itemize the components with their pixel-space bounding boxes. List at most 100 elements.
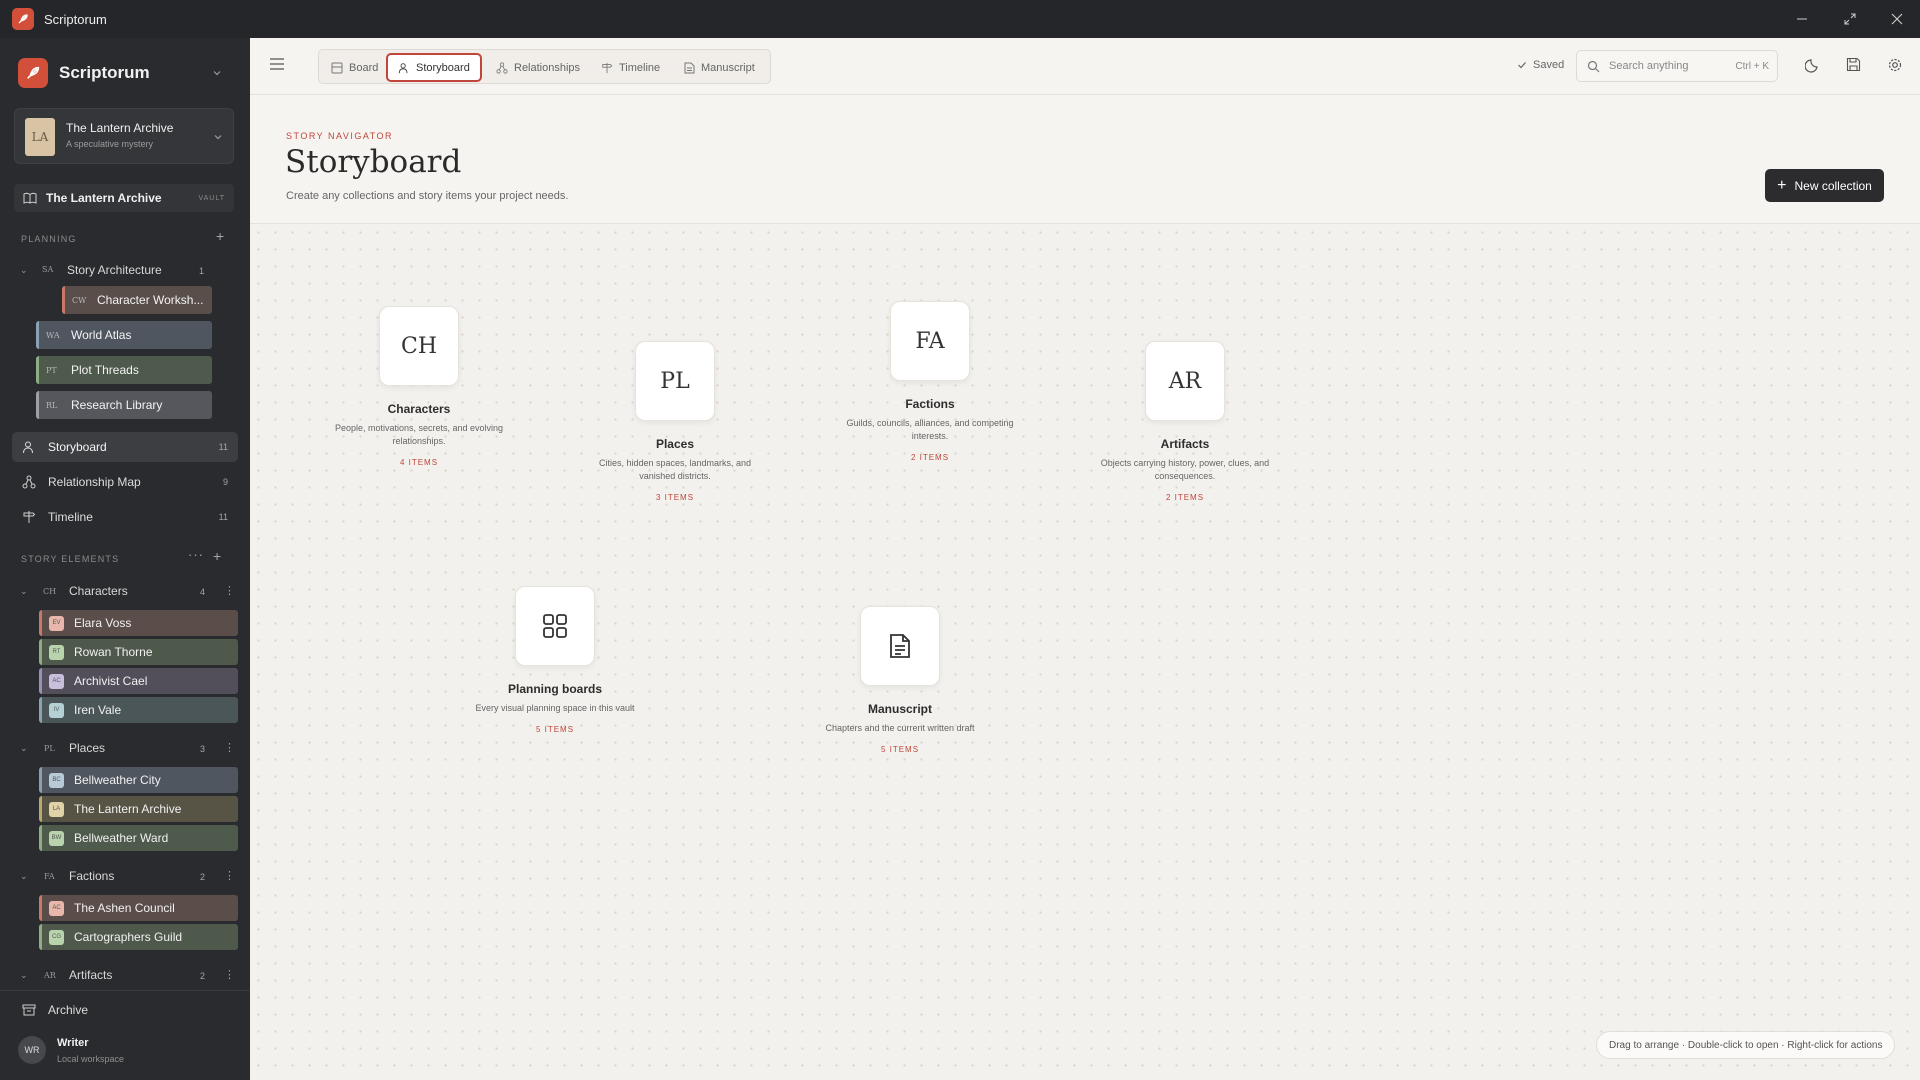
planning-board-item[interactable]: CW Character Worksh...: [62, 286, 212, 314]
gear-icon[interactable]: [1887, 57, 1903, 73]
divider: [0, 990, 250, 991]
tab-relationships[interactable]: Relationships: [496, 53, 580, 82]
planning-board-item[interactable]: PT Plot Threads: [36, 356, 212, 384]
new-collection-button[interactable]: + New collection: [1765, 169, 1884, 202]
timeline-icon: [601, 62, 613, 74]
element-item[interactable]: IV Iren Vale: [39, 697, 238, 723]
chevron-down-icon[interactable]: ⌄: [20, 970, 28, 981]
chevron-down-icon[interactable]: ⌄: [20, 586, 28, 597]
collection-tile[interactable]: [515, 586, 595, 666]
tab-timeline[interactable]: Timeline: [601, 53, 660, 82]
collection-description: Every visual planning space in this vaul…: [475, 703, 635, 713]
chevron-down-icon[interactable]: [212, 65, 222, 83]
element-item[interactable]: CG Cartographers Guild: [39, 924, 238, 950]
collection-card-planning-boards[interactable]: Planning boards Every visual planning sp…: [460, 586, 650, 734]
element-item[interactable]: AC The Ashen Council: [39, 895, 238, 921]
menu-icon[interactable]: [269, 57, 285, 71]
nav-relationship-map[interactable]: Relationship Map 9: [12, 467, 238, 497]
kebab-icon[interactable]: ⋮: [224, 584, 235, 597]
collection-description: Guilds, councils, alliances, and competi…: [846, 418, 1014, 441]
collection-tile[interactable]: CH: [379, 306, 459, 386]
collection-title: Places: [655, 437, 695, 451]
archive-icon: [22, 1003, 38, 1017]
canvas-hint: Drag to arrange · Double-click to open ·…: [1596, 1031, 1896, 1059]
group-label: Characters: [69, 584, 128, 598]
project-switcher[interactable]: LA The Lantern Archive A speculative mys…: [14, 108, 234, 164]
relationships-icon: [496, 61, 508, 74]
collection-tile[interactable]: [860, 606, 940, 686]
tab-manuscript[interactable]: Manuscript: [684, 53, 755, 82]
collection-tile[interactable]: FA: [890, 301, 970, 381]
element-item[interactable]: BW Bellweather Ward: [39, 825, 238, 851]
more-icon[interactable]: ···: [188, 547, 204, 562]
expand-icon: [1844, 13, 1856, 25]
window-title: Scriptorum: [44, 11, 107, 27]
add-planning-icon[interactable]: +: [216, 228, 224, 244]
maximize-button[interactable]: [1827, 0, 1873, 38]
storyboard-canvas[interactable]: CH Characters People, motivations, secre…: [250, 224, 1920, 1080]
vault-link[interactable]: The Lantern Archive VAULT: [14, 184, 234, 212]
kebab-icon[interactable]: ⋮: [224, 741, 235, 754]
element-item[interactable]: BC Bellweather City: [39, 767, 238, 793]
planning-board-item[interactable]: WA World Atlas: [36, 321, 212, 349]
nav-timeline[interactable]: Timeline 11: [12, 502, 238, 532]
collection-count: 3 ITEMS: [655, 493, 695, 502]
page-eyebrow: STORY NAVIGATOR: [286, 131, 394, 141]
collection-title: Factions: [905, 397, 955, 411]
element-item[interactable]: LA The Lantern Archive: [39, 796, 238, 822]
collection-card-artifacts[interactable]: AR Artifacts Objects carrying history, p…: [1090, 341, 1280, 502]
minimize-button[interactable]: [1779, 0, 1825, 38]
collection-tile[interactable]: PL: [635, 341, 715, 421]
planning-heading: PLANNING: [21, 234, 77, 244]
collection-count: 5 ITEMS: [535, 725, 575, 734]
user-name: Writer: [57, 1037, 89, 1049]
save-status: Saved: [1517, 59, 1564, 71]
collection-card-factions[interactable]: FA Factions Guilds, councils, alliances,…: [835, 301, 1025, 462]
user-profile[interactable]: WR Writer Local workspace: [18, 1036, 124, 1064]
brand[interactable]: Scriptorum: [18, 58, 150, 88]
brand-name: Scriptorum: [59, 63, 150, 82]
collection-card-characters[interactable]: CH Characters People, motivations, secre…: [324, 306, 514, 467]
tab-board[interactable]: Board: [331, 53, 378, 82]
top-toolbar: Board Storyboard Relationships Timeline …: [250, 38, 1920, 95]
element-item[interactable]: AC Archivist Cael: [39, 668, 238, 694]
search-icon: [1587, 60, 1600, 73]
collection-card-places[interactable]: PL Places Cities, hidden spaces, landmar…: [580, 341, 770, 502]
collection-tile[interactable]: AR: [1145, 341, 1225, 421]
save-icon[interactable]: [1846, 57, 1861, 72]
nav-storyboard[interactable]: Storyboard 11: [12, 432, 238, 462]
project-name: The Lantern Archive: [66, 121, 174, 135]
close-button[interactable]: [1874, 0, 1920, 38]
group-label: Places: [69, 741, 106, 755]
document-icon: [890, 634, 910, 658]
group-label: Factions: [69, 869, 115, 883]
collection-card-manuscript[interactable]: Manuscript Chapters and the current writ…: [805, 606, 995, 754]
plus-icon: +: [1777, 176, 1787, 194]
nav-archive[interactable]: Archive: [12, 995, 238, 1025]
storyboard-icon: [22, 440, 38, 454]
add-element-icon[interactable]: +: [213, 548, 221, 564]
chevron-down-icon[interactable]: ⌄: [20, 871, 28, 882]
tab-storyboard[interactable]: Storyboard: [386, 53, 482, 82]
collection-title: Planning boards: [507, 682, 602, 696]
element-item[interactable]: EV Elara Voss: [39, 610, 238, 636]
manuscript-icon: [684, 62, 695, 74]
relationship-icon: [22, 475, 38, 489]
moon-icon[interactable]: [1805, 57, 1821, 73]
chevron-down-icon[interactable]: ⌄: [20, 743, 28, 754]
planning-board-item[interactable]: RL Research Library: [36, 391, 212, 419]
search-input[interactable]: Search anything Ctrl + K: [1576, 50, 1778, 82]
search-shortcut: Ctrl + K: [1735, 60, 1769, 72]
window-titlebar: Scriptorum: [0, 0, 1920, 38]
collection-count: 5 ITEMS: [880, 745, 920, 754]
page-title: Storyboard: [285, 144, 462, 180]
element-item[interactable]: RT Rowan Thorne: [39, 639, 238, 665]
chevron-down-icon[interactable]: ⌄: [20, 265, 28, 276]
view-tabs: Board Storyboard Relationships Timeline …: [318, 49, 771, 84]
kebab-icon[interactable]: ⋮: [224, 869, 235, 882]
board-icon: [331, 62, 343, 74]
collection-title: Artifacts: [1160, 437, 1210, 451]
timeline-icon: [22, 510, 38, 524]
group-label: Artifacts: [69, 968, 113, 982]
kebab-icon[interactable]: ⋮: [224, 968, 235, 981]
